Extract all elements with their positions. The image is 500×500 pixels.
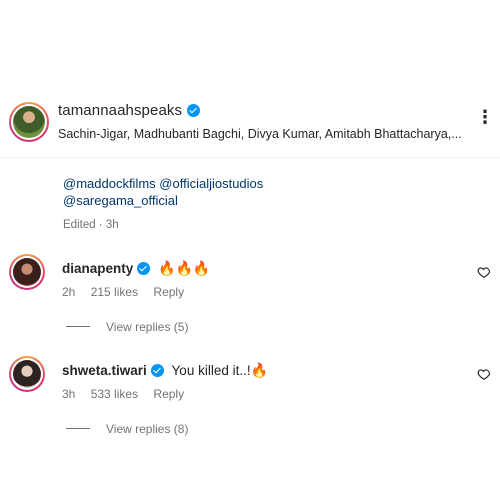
heart-icon[interactable]	[477, 367, 491, 381]
verified-badge-icon	[137, 262, 151, 275]
verified-badge-icon	[187, 104, 201, 117]
comment-text: You killed it..!	[171, 363, 251, 378]
caption-mention-line[interactable]: @maddockfilms @officialjiostudios	[63, 175, 263, 192]
post-header: tamannaahspeaks Sachin-Jigar, Madhubanti…	[0, 92, 500, 158]
more-options-icon[interactable]: ⋮	[476, 106, 494, 130]
heart-icon[interactable]	[477, 265, 491, 279]
reply-button[interactable]: Reply	[153, 387, 184, 401]
post-caption: @maddockfilms @officialjiostudios @sareg…	[63, 175, 263, 209]
caption-mention-line[interactable]: @saregama_official	[63, 192, 263, 209]
comment-item: dianapenty 🔥🔥🔥 2h 215 likes Reply View r…	[0, 250, 500, 340]
view-replies-button[interactable]: View replies (8)	[66, 422, 188, 436]
view-replies-button[interactable]: View replies (5)	[66, 320, 188, 334]
comment-likes[interactable]: 533 likes	[91, 387, 138, 401]
comment-line: shweta.tiwari You killed it..!🔥	[62, 362, 268, 379]
comment-time: 3h	[62, 387, 76, 401]
fire-emoji: 🔥	[250, 362, 269, 378]
comment-text: 🔥🔥🔥	[158, 260, 211, 276]
comment-line: dianapenty 🔥🔥🔥	[62, 260, 210, 277]
comment-meta: 2h 215 likes Reply	[62, 285, 196, 299]
comment-item: shweta.tiwari You killed it..!🔥 3h 533 l…	[0, 352, 500, 442]
commenter-avatar[interactable]	[9, 254, 45, 290]
author-avatar[interactable]	[13, 106, 45, 138]
commenter-avatar[interactable]	[9, 356, 45, 392]
edited-timestamp: Edited · 3h	[63, 219, 119, 231]
commenter-username[interactable]: shweta.tiwari	[62, 363, 147, 378]
author-username[interactable]: tamannaahspeaks	[58, 102, 201, 119]
comment-time: 2h	[62, 285, 76, 299]
commenter-username[interactable]: dianapenty	[62, 261, 133, 276]
reply-button[interactable]: Reply	[153, 285, 184, 299]
verified-badge-icon	[150, 364, 164, 377]
comment-likes[interactable]: 215 likes	[91, 285, 138, 299]
audio-credits[interactable]: Sachin-Jigar, Madhubanti Bagchi, Divya K…	[58, 127, 462, 141]
comment-meta: 3h 533 likes Reply	[62, 387, 196, 401]
